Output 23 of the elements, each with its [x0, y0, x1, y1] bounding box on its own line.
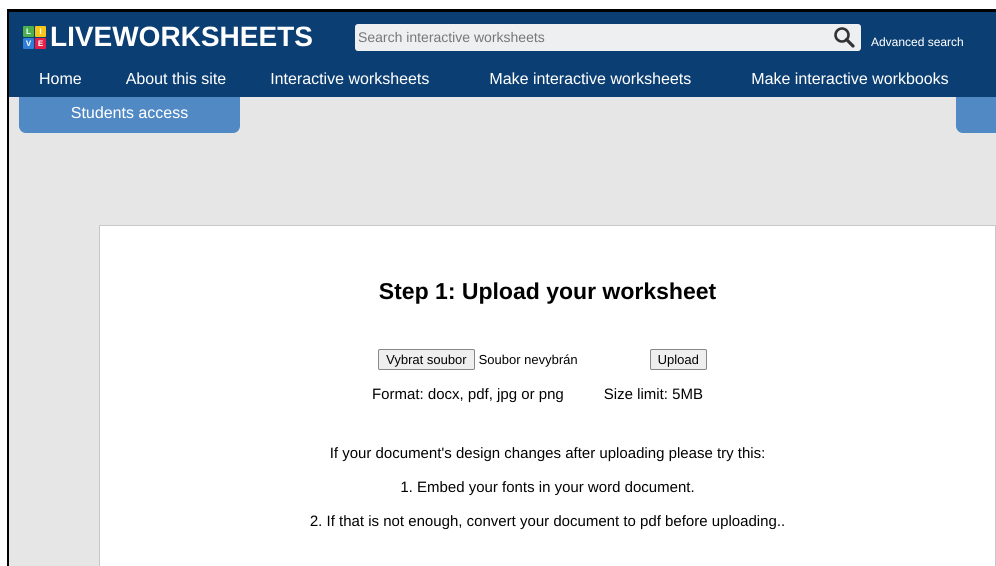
- students-access-tab[interactable]: Students access: [19, 97, 240, 133]
- instruction-text: 1. Embed your fonts in your word document.: [399, 479, 696, 496]
- logo-tile: L: [23, 26, 34, 36]
- nav-link[interactable]: About this site: [126, 70, 226, 88]
- nav-link[interactable]: Make interactive worksheets: [489, 70, 692, 88]
- nav-link[interactable]: Make interactive workbooks: [751, 70, 949, 88]
- advanced-search-link[interactable]: Advanced search: [871, 35, 964, 49]
- search-field[interactable]: Search interactive worksheets: [355, 24, 861, 50]
- logo-tile: V: [23, 38, 34, 48]
- upload-button[interactable]: Upload: [650, 349, 707, 370]
- choose-file-button[interactable]: Vybrat soubor: [378, 349, 475, 370]
- logo-tile: E: [35, 38, 46, 48]
- size-limit-note: Size limit: 5MB: [604, 386, 703, 403]
- page-title: Step 1: Upload your worksheet: [378, 278, 718, 305]
- instruction-text: 2. If that is not enough, convert your document to pdf before uploading..: [308, 513, 786, 530]
- logo-tile: I: [35, 26, 46, 36]
- nav-link[interactable]: Home: [39, 70, 82, 88]
- site-logo[interactable]: LIVEWORKSHEETS: [50, 21, 313, 53]
- instruction-text: If your document's design changes after uploading please try this:: [328, 445, 766, 462]
- search-icon[interactable]: [833, 26, 855, 48]
- file-status: Soubor nevybrán: [478, 352, 578, 367]
- format-note: Format: docx, pdf, jpg or png: [372, 386, 564, 403]
- nav-link[interactable]: Interactive worksheets: [270, 70, 430, 88]
